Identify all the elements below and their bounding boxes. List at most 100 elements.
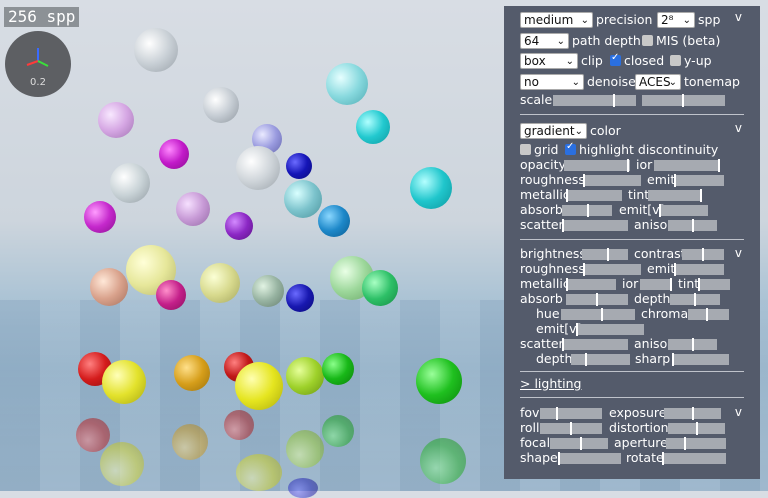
spp-value: 2⁸ <box>661 13 674 27</box>
scale-slider[interactable] <box>553 94 636 107</box>
lighting-link[interactable]: > lighting <box>520 376 581 391</box>
grid-checkbox[interactable] <box>520 144 531 155</box>
slider-handle[interactable] <box>580 437 582 450</box>
collapse-camera-chevron[interactable]: v <box>735 405 742 419</box>
adjust-scatter-slider[interactable] <box>562 338 628 351</box>
closed-checkbox[interactable] <box>610 52 621 66</box>
slider-handle[interactable] <box>706 308 708 321</box>
aperture-slider[interactable] <box>666 437 726 450</box>
denoise-value: no <box>524 75 539 89</box>
distortion-slider[interactable] <box>668 422 725 435</box>
emit-v-slider[interactable] <box>659 204 708 217</box>
adjust-depth-slider[interactable] <box>670 293 720 306</box>
adjust-depth2-slider[interactable] <box>571 353 630 366</box>
clip-select[interactable]: box ⌄ <box>520 53 578 69</box>
emit-slider[interactable] <box>674 174 724 187</box>
adjust-emit-label: emit <box>647 261 676 276</box>
slider-handle[interactable] <box>662 452 664 465</box>
slider-handle[interactable] <box>627 159 629 172</box>
brightness-slider[interactable] <box>582 248 628 261</box>
slider-handle[interactable] <box>585 353 587 366</box>
slider-handle[interactable] <box>702 248 704 261</box>
roll-slider[interactable] <box>540 422 602 435</box>
shape-label: shape <box>520 450 558 465</box>
slider-handle[interactable] <box>672 353 674 366</box>
adjust-absorb-label: absorb <box>520 291 563 306</box>
contrast-slider[interactable] <box>682 248 724 261</box>
slider-handle[interactable] <box>684 437 686 450</box>
adjust-depth2-label: depth <box>536 351 573 366</box>
slider-handle[interactable] <box>601 308 603 321</box>
hue-slider[interactable] <box>561 308 635 321</box>
exposure-slider[interactable] <box>664 407 721 420</box>
slider-handle[interactable] <box>694 293 696 306</box>
sphere <box>322 353 354 385</box>
axis-gizmo[interactable]: 0.2 <box>5 31 71 97</box>
tint-slider[interactable] <box>648 189 702 202</box>
rotate-slider[interactable] <box>662 452 726 465</box>
adjust-absorb-slider[interactable] <box>566 293 628 306</box>
chroma-slider[interactable] <box>688 308 729 321</box>
precision-select[interactable]: medium ⌄ <box>520 12 593 28</box>
tonemap-label: tonemap <box>684 74 740 89</box>
slider-handle[interactable] <box>607 248 609 261</box>
slider-handle[interactable] <box>692 407 694 420</box>
slider-handle[interactable] <box>696 422 698 435</box>
slider-handle[interactable] <box>583 263 585 276</box>
adjust-roughness-slider[interactable] <box>583 263 641 276</box>
slider-handle[interactable] <box>562 219 564 232</box>
absorb-slider[interactable] <box>562 204 612 217</box>
adjust-aniso-slider[interactable] <box>668 338 717 351</box>
slider-handle[interactable] <box>659 204 661 217</box>
slider-handle[interactable] <box>583 174 585 187</box>
aniso-slider[interactable] <box>668 219 717 232</box>
sphere <box>102 360 146 404</box>
metallic-slider[interactable] <box>566 189 622 202</box>
slider-handle[interactable] <box>570 422 572 435</box>
tonemap-select[interactable]: ACES ⌄ <box>635 74 681 90</box>
adjust-emit-v-slider[interactable] <box>576 323 644 336</box>
slider-handle[interactable] <box>682 94 684 107</box>
focal-slider[interactable] <box>550 437 608 450</box>
opacity-slider[interactable] <box>564 159 630 172</box>
color-mode-select[interactable]: gradient ⌄ <box>520 123 587 139</box>
ior-slider[interactable] <box>654 159 720 172</box>
highlight-discontinuity-checkbox[interactable] <box>565 141 576 155</box>
adjust-emit-slider[interactable] <box>674 263 724 276</box>
slider-handle[interactable] <box>613 94 615 107</box>
slider-handle[interactable] <box>576 323 578 336</box>
slider-handle[interactable] <box>692 219 694 232</box>
slider-handle[interactable] <box>566 189 568 202</box>
slider-handle[interactable] <box>587 204 589 217</box>
y-up-checkbox[interactable] <box>670 55 681 66</box>
slider-handle[interactable] <box>718 159 720 172</box>
slider-handle[interactable] <box>556 407 558 420</box>
scatter-slider[interactable] <box>562 219 628 232</box>
slider-handle[interactable] <box>700 189 702 202</box>
mis-checkbox[interactable] <box>642 35 653 46</box>
slider-handle[interactable] <box>674 174 676 187</box>
adjust-tint-slider[interactable] <box>698 278 730 291</box>
slider-handle[interactable] <box>562 338 564 351</box>
slider-handle[interactable] <box>698 278 700 291</box>
scale-slider-2[interactable] <box>642 94 725 107</box>
collapse-material-chevron[interactable]: v <box>735 121 742 135</box>
collapse-render-chevron[interactable]: v <box>735 10 742 24</box>
slider-handle[interactable] <box>674 263 676 276</box>
adjust-ior-slider[interactable] <box>640 278 672 291</box>
slider-handle[interactable] <box>596 293 598 306</box>
denoise-select[interactable]: no ⌄ <box>520 74 584 90</box>
roughness-slider[interactable] <box>583 174 641 187</box>
spp-select[interactable]: 2⁸ ⌄ <box>657 12 695 28</box>
adjust-metallic-slider[interactable] <box>566 278 616 291</box>
slider-handle[interactable] <box>670 278 672 291</box>
path-depth-select[interactable]: 64 ⌄ <box>520 33 569 49</box>
slider-handle[interactable] <box>566 278 568 291</box>
shape-slider[interactable] <box>558 452 621 465</box>
collapse-adjust-chevron[interactable]: v <box>735 246 742 260</box>
fov-slider[interactable] <box>540 407 602 420</box>
slider-handle[interactable] <box>558 452 560 465</box>
slider-handle[interactable] <box>692 338 694 351</box>
denoise-label: denoise <box>587 74 636 89</box>
sharp-slider[interactable] <box>672 353 729 366</box>
